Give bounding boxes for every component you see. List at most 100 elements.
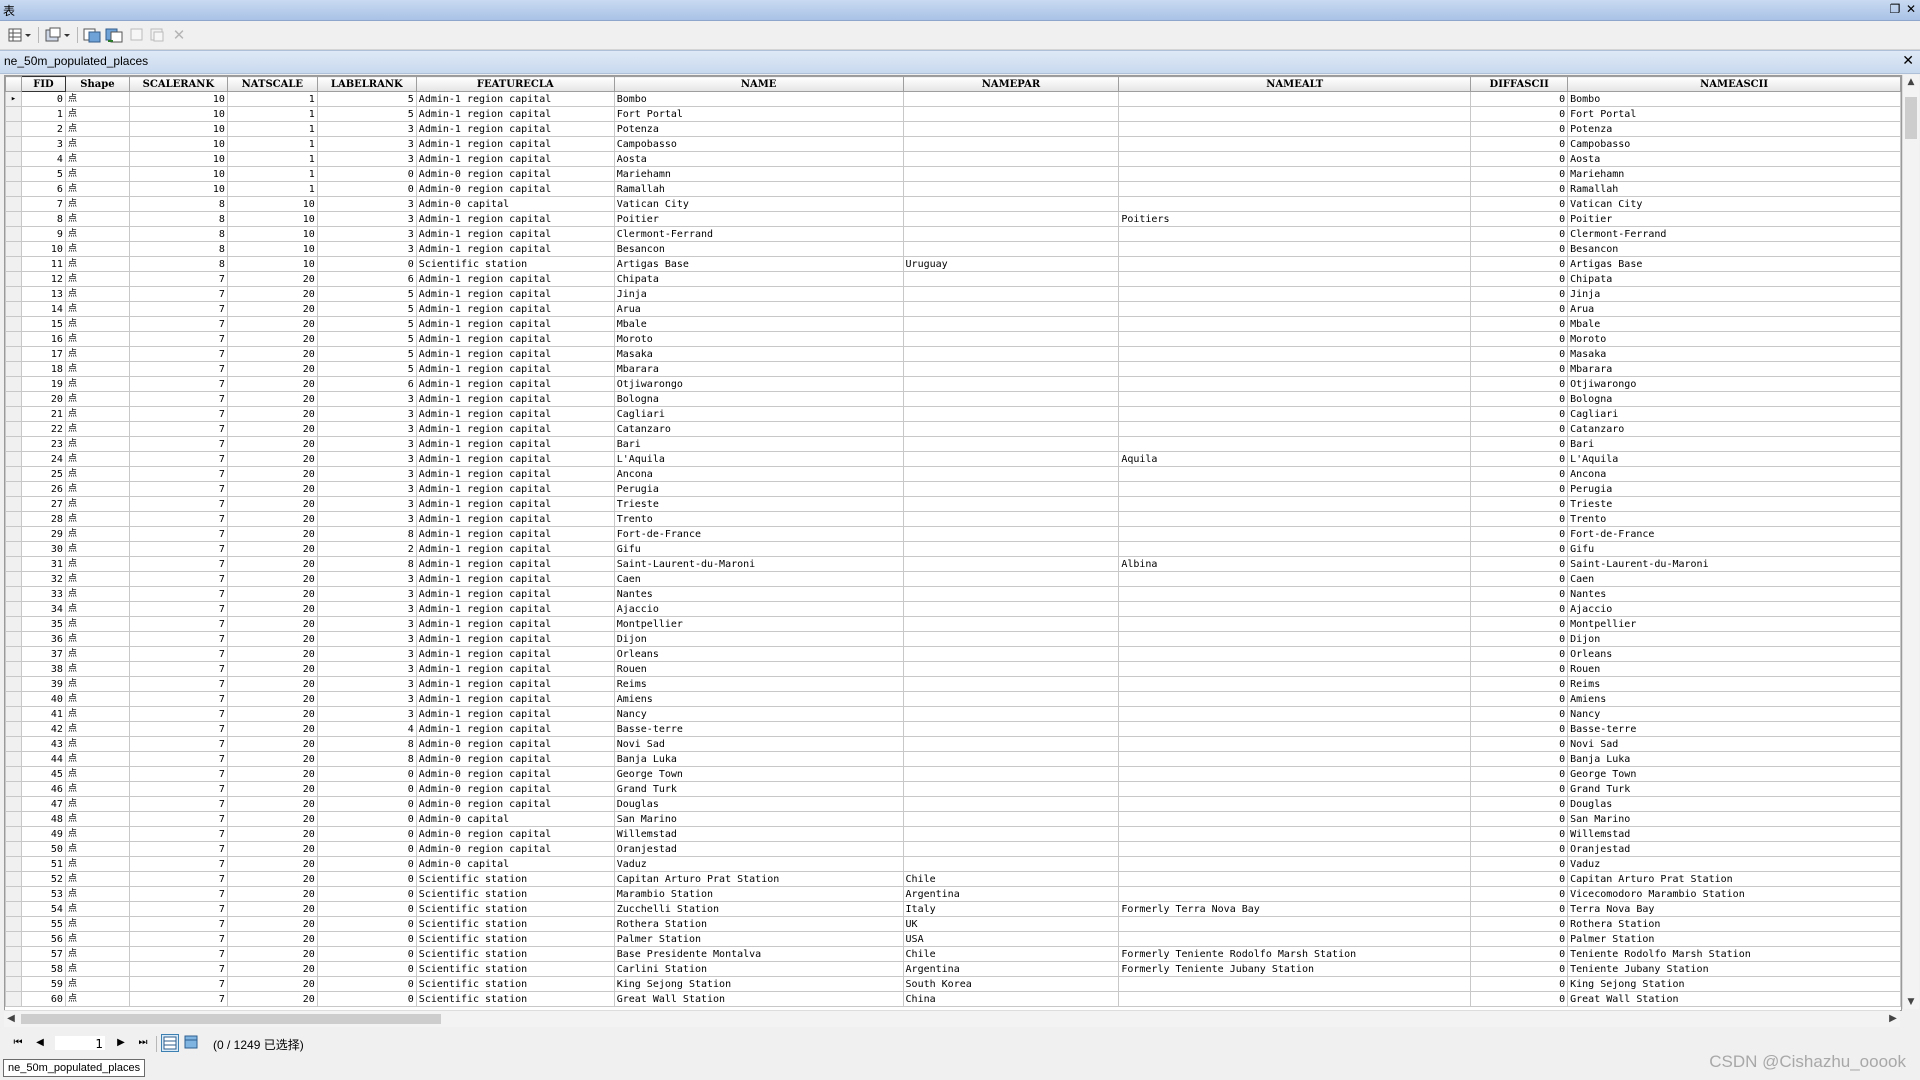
cell-featurecla[interactable]: Admin-1 region capital (415, 721, 615, 737)
cell-namealt[interactable] (1118, 331, 1472, 347)
cell-namepar[interactable] (902, 811, 1120, 827)
table-row[interactable]: 31 点 7 20 8 Admin-1 region capital Saint-Laure… (5, 556, 1901, 572)
cell-labelrank[interactable]: 3 (316, 631, 417, 647)
cell-diffascii[interactable]: 0 (1470, 451, 1569, 467)
row-selector[interactable] (5, 721, 22, 737)
cell-shape[interactable]: 点 (64, 271, 130, 287)
cell-diffascii[interactable]: 0 (1470, 136, 1569, 152)
cell-fid[interactable]: 2 (20, 121, 66, 137)
row-selector[interactable] (5, 916, 22, 932)
table-row[interactable]: 3 点 10 1 3 Admin-1 region capital Campobasso 0 C… (5, 136, 1901, 152)
cell-namepar[interactable] (902, 571, 1120, 587)
scroll-down-icon[interactable]: ▼ (1903, 995, 1919, 1009)
cell-fid[interactable]: 38 (20, 661, 66, 677)
cell-nameascii[interactable]: Trento (1567, 511, 1901, 527)
row-selector[interactable] (5, 301, 22, 317)
table-row[interactable]: 46 点 7 20 0 Admin-0 region capital Grand Turk 0… (5, 781, 1901, 797)
cell-namepar[interactable] (902, 181, 1120, 197)
cell-fid[interactable]: 11 (20, 256, 66, 272)
cell-diffascii[interactable]: 0 (1470, 511, 1569, 527)
cell-diffascii[interactable]: 0 (1470, 571, 1569, 587)
cell-namealt[interactable] (1118, 541, 1472, 557)
cell-labelrank[interactable]: 3 (316, 481, 417, 497)
cell-namepar[interactable] (902, 286, 1120, 302)
cell-scalerank[interactable]: 7 (128, 451, 228, 467)
cell-nameascii[interactable]: Jinja (1567, 286, 1901, 302)
cell-diffascii[interactable]: 0 (1470, 181, 1569, 197)
cell-labelrank[interactable]: 8 (316, 736, 417, 752)
table-row[interactable]: 59 点 7 20 0 Scientific station King Sejong Sta… (5, 976, 1901, 992)
cell-namepar[interactable] (902, 451, 1120, 467)
cell-natscale[interactable]: 10 (226, 256, 318, 272)
row-selector[interactable] (5, 811, 22, 827)
row-selector[interactable] (5, 181, 22, 197)
cell-namealt[interactable] (1118, 196, 1472, 212)
cell-labelrank[interactable]: 0 (316, 256, 417, 272)
cell-fid[interactable]: 24 (20, 451, 66, 467)
cell-nameascii[interactable]: Poitier (1567, 211, 1901, 227)
cell-nameascii[interactable]: Artigas Base (1567, 256, 1901, 272)
cell-featurecla[interactable]: Admin-0 region capital (415, 766, 615, 782)
cell-labelrank[interactable]: 0 (316, 991, 417, 1007)
cell-name[interactable]: Cagliari (613, 406, 904, 422)
cell-featurecla[interactable]: Scientific station (415, 991, 615, 1007)
cell-namealt[interactable] (1118, 601, 1472, 617)
cell-featurecla[interactable]: Admin-1 region capital (415, 676, 615, 692)
first-record-icon[interactable]: ⏮ (11, 1036, 25, 1050)
cell-featurecla[interactable]: Admin-0 capital (415, 811, 615, 827)
row-selector[interactable] (5, 316, 22, 332)
current-record-field[interactable]: 1 (54, 1035, 106, 1051)
cell-shape[interactable]: 点 (64, 151, 130, 167)
column-header-namealt[interactable]: NAMEALT (1118, 76, 1472, 92)
table-row[interactable]: 25 点 7 20 3 Admin-1 region capital Ancona 0 Anco… (5, 466, 1901, 482)
cell-natscale[interactable]: 20 (226, 331, 318, 347)
cell-scalerank[interactable]: 7 (128, 631, 228, 647)
cell-natscale[interactable]: 20 (226, 541, 318, 557)
table-row[interactable]: 15 点 7 20 5 Admin-1 region capital Mbale 0 Mbale (5, 316, 1901, 332)
cell-featurecla[interactable]: Admin-1 region capital (415, 106, 615, 122)
table-row[interactable]: 50 点 7 20 0 Admin-0 region capital Oranjestad 0… (5, 841, 1901, 857)
cell-diffascii[interactable]: 0 (1470, 631, 1569, 647)
cell-scalerank[interactable]: 7 (128, 721, 228, 737)
cell-labelrank[interactable]: 0 (316, 871, 417, 887)
cell-namepar[interactable] (902, 346, 1120, 362)
horizontal-scroll-thumb[interactable] (21, 1014, 441, 1024)
table-row[interactable]: 26 点 7 20 3 Admin-1 region capital Perugia 0 Per… (5, 481, 1901, 497)
cell-fid[interactable]: 46 (20, 781, 66, 797)
cell-natscale[interactable]: 20 (226, 451, 318, 467)
cell-fid[interactable]: 8 (20, 211, 66, 227)
cell-fid[interactable]: 35 (20, 616, 66, 632)
cell-name[interactable]: Capitan Arturo Prat Station (613, 871, 904, 887)
table-row[interactable]: 29 点 7 20 8 Admin-1 region capital Fort-de-Fra… (5, 526, 1901, 542)
cell-name[interactable]: Gifu (613, 541, 904, 557)
cell-namealt[interactable] (1118, 226, 1472, 242)
cell-fid[interactable]: 54 (20, 901, 66, 917)
cell-scalerank[interactable]: 7 (128, 436, 228, 452)
cell-shape[interactable]: 点 (64, 121, 130, 137)
cell-natscale[interactable]: 20 (226, 826, 318, 842)
cell-fid[interactable]: 4 (20, 151, 66, 167)
row-selector[interactable] (5, 691, 22, 707)
cell-natscale[interactable]: 20 (226, 976, 318, 992)
cell-labelrank[interactable]: 3 (316, 511, 417, 527)
table-row[interactable]: 54 点 7 20 0 Scientific station Zucchelli Stati… (5, 901, 1901, 917)
cell-name[interactable]: Perugia (613, 481, 904, 497)
cell-shape[interactable]: 点 (64, 361, 130, 377)
cell-scalerank[interactable]: 10 (128, 151, 228, 167)
cell-nameascii[interactable]: Mbarara (1567, 361, 1901, 377)
cell-namealt[interactable] (1118, 481, 1472, 497)
table-options-button[interactable] (6, 25, 34, 45)
cell-labelrank[interactable]: 3 (316, 451, 417, 467)
table-row[interactable]: 41 点 7 20 3 Admin-1 region capital Nancy 0 Nancy (5, 706, 1901, 722)
cell-featurecla[interactable]: Admin-1 region capital (415, 526, 615, 542)
cell-name[interactable]: Marambio Station (613, 886, 904, 902)
cell-natscale[interactable]: 20 (226, 961, 318, 977)
cell-namealt[interactable] (1118, 676, 1472, 692)
cell-scalerank[interactable]: 7 (128, 946, 228, 962)
cell-nameascii[interactable]: Gifu (1567, 541, 1901, 557)
row-selector[interactable] (5, 226, 22, 242)
cell-featurecla[interactable]: Admin-1 region capital (415, 241, 615, 257)
cell-labelrank[interactable]: 3 (316, 226, 417, 242)
cell-scalerank[interactable]: 7 (128, 421, 228, 437)
show-selected-records-button[interactable] (183, 1034, 201, 1052)
